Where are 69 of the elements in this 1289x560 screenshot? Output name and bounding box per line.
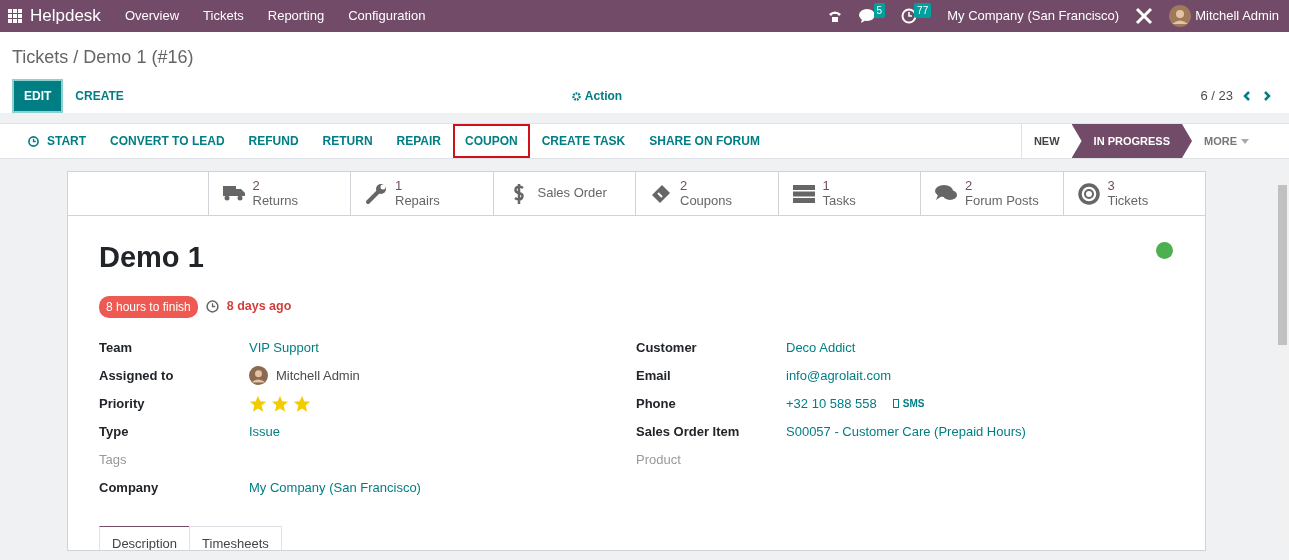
notebook-tab[interactable]: Description [99, 525, 191, 550]
breadcrumb-current: Demo 1 (#16) [83, 47, 194, 67]
field-label: Type [99, 422, 130, 441]
field-label: Phone [636, 394, 677, 413]
star-icon[interactable] [293, 394, 311, 413]
menu-item[interactable]: Reporting [255, 6, 337, 26]
field-link[interactable]: Issue [249, 421, 281, 442]
deadline-badge: 8 hours to finish [99, 295, 198, 318]
field-link[interactable]: S00057 - Customer Care (Prepaid Hours) [786, 421, 1026, 442]
avatar-icon[interactable] [1169, 5, 1192, 27]
ticket-title: Demo 1 [99, 240, 204, 275]
edit-button[interactable]: EDIT [12, 79, 64, 113]
menu-item[interactable]: Overview [112, 6, 192, 26]
header-button[interactable]: CONVERT TO LEAD [98, 124, 237, 158]
activity-count: 77 [914, 2, 932, 18]
lifebuoy-icon [1077, 182, 1100, 205]
clock-icon[interactable] [901, 8, 918, 24]
header-button[interactable]: CREATE TASK [529, 124, 638, 158]
action-button[interactable]: Action [559, 81, 635, 111]
field-link[interactable]: +32 10 588 558 [786, 393, 877, 414]
create-button[interactable]: CREATE [63, 81, 136, 111]
message-count: 5 [873, 2, 886, 18]
header-button[interactable]: SHARE ON FORUM [637, 124, 772, 158]
star-icon[interactable] [271, 394, 289, 413]
field-label: Sales Order Item [636, 422, 741, 441]
app-name[interactable]: Helpdesk [30, 3, 101, 29]
field-label: Product [636, 450, 682, 469]
field-label: Priority [99, 394, 146, 413]
gear-icon [571, 91, 581, 101]
user-menu[interactable]: Mitchell Admin [1195, 6, 1279, 26]
avatar-icon [249, 366, 268, 385]
header-button[interactable]: START [16, 124, 99, 158]
menu-item[interactable]: Tickets [191, 6, 256, 26]
user-name[interactable]: Mitchell Admin [276, 365, 360, 386]
server-icon [792, 182, 815, 205]
menu-item[interactable]: Configuration [336, 6, 438, 26]
pager-value: 6 / 23 [1200, 87, 1233, 106]
notebook-tab[interactable]: Timesheets [189, 525, 282, 550]
field-label: Email [636, 366, 672, 385]
chat-icon[interactable] [858, 8, 877, 24]
star-icon[interactable] [249, 394, 267, 413]
breadcrumb-link[interactable]: Tickets [12, 47, 69, 67]
header-button[interactable]: RETURN [310, 124, 385, 158]
sms-link[interactable]: SMS [892, 396, 925, 411]
field-link[interactable]: My Company (San Francisco) [249, 477, 421, 498]
field-label: Tags [99, 450, 128, 469]
mobile-icon [892, 399, 899, 408]
next-icon[interactable] [1261, 90, 1273, 102]
previous-icon[interactable] [1241, 90, 1253, 102]
field-label: Company [99, 478, 160, 497]
field-link[interactable]: VIP Support [249, 337, 319, 358]
caret-icon [1241, 138, 1249, 144]
header-button[interactable]: REPAIR [384, 124, 453, 158]
field-link[interactable]: info@agrolait.com [786, 365, 891, 386]
field-label: Customer [636, 338, 698, 357]
ticket-age: 8 days ago [226, 298, 292, 316]
wrench-icon [365, 182, 387, 205]
header-button[interactable]: COUPON [453, 124, 530, 158]
apps-menu-icon[interactable] [8, 9, 22, 23]
field-label: Assigned to [99, 366, 175, 385]
clock-icon [28, 135, 39, 147]
status-dot[interactable] [1156, 242, 1173, 259]
field-label: Team [99, 338, 133, 357]
stage-button[interactable]: IN PROGRESS [1071, 124, 1192, 158]
clock-icon [205, 300, 219, 313]
company-switcher[interactable]: My Company (San Francisco) [947, 6, 1120, 26]
header-button[interactable]: REFUND [236, 124, 311, 158]
field-link[interactable]: Deco Addict [786, 337, 856, 358]
breadcrumb-separator: / [72, 47, 80, 67]
